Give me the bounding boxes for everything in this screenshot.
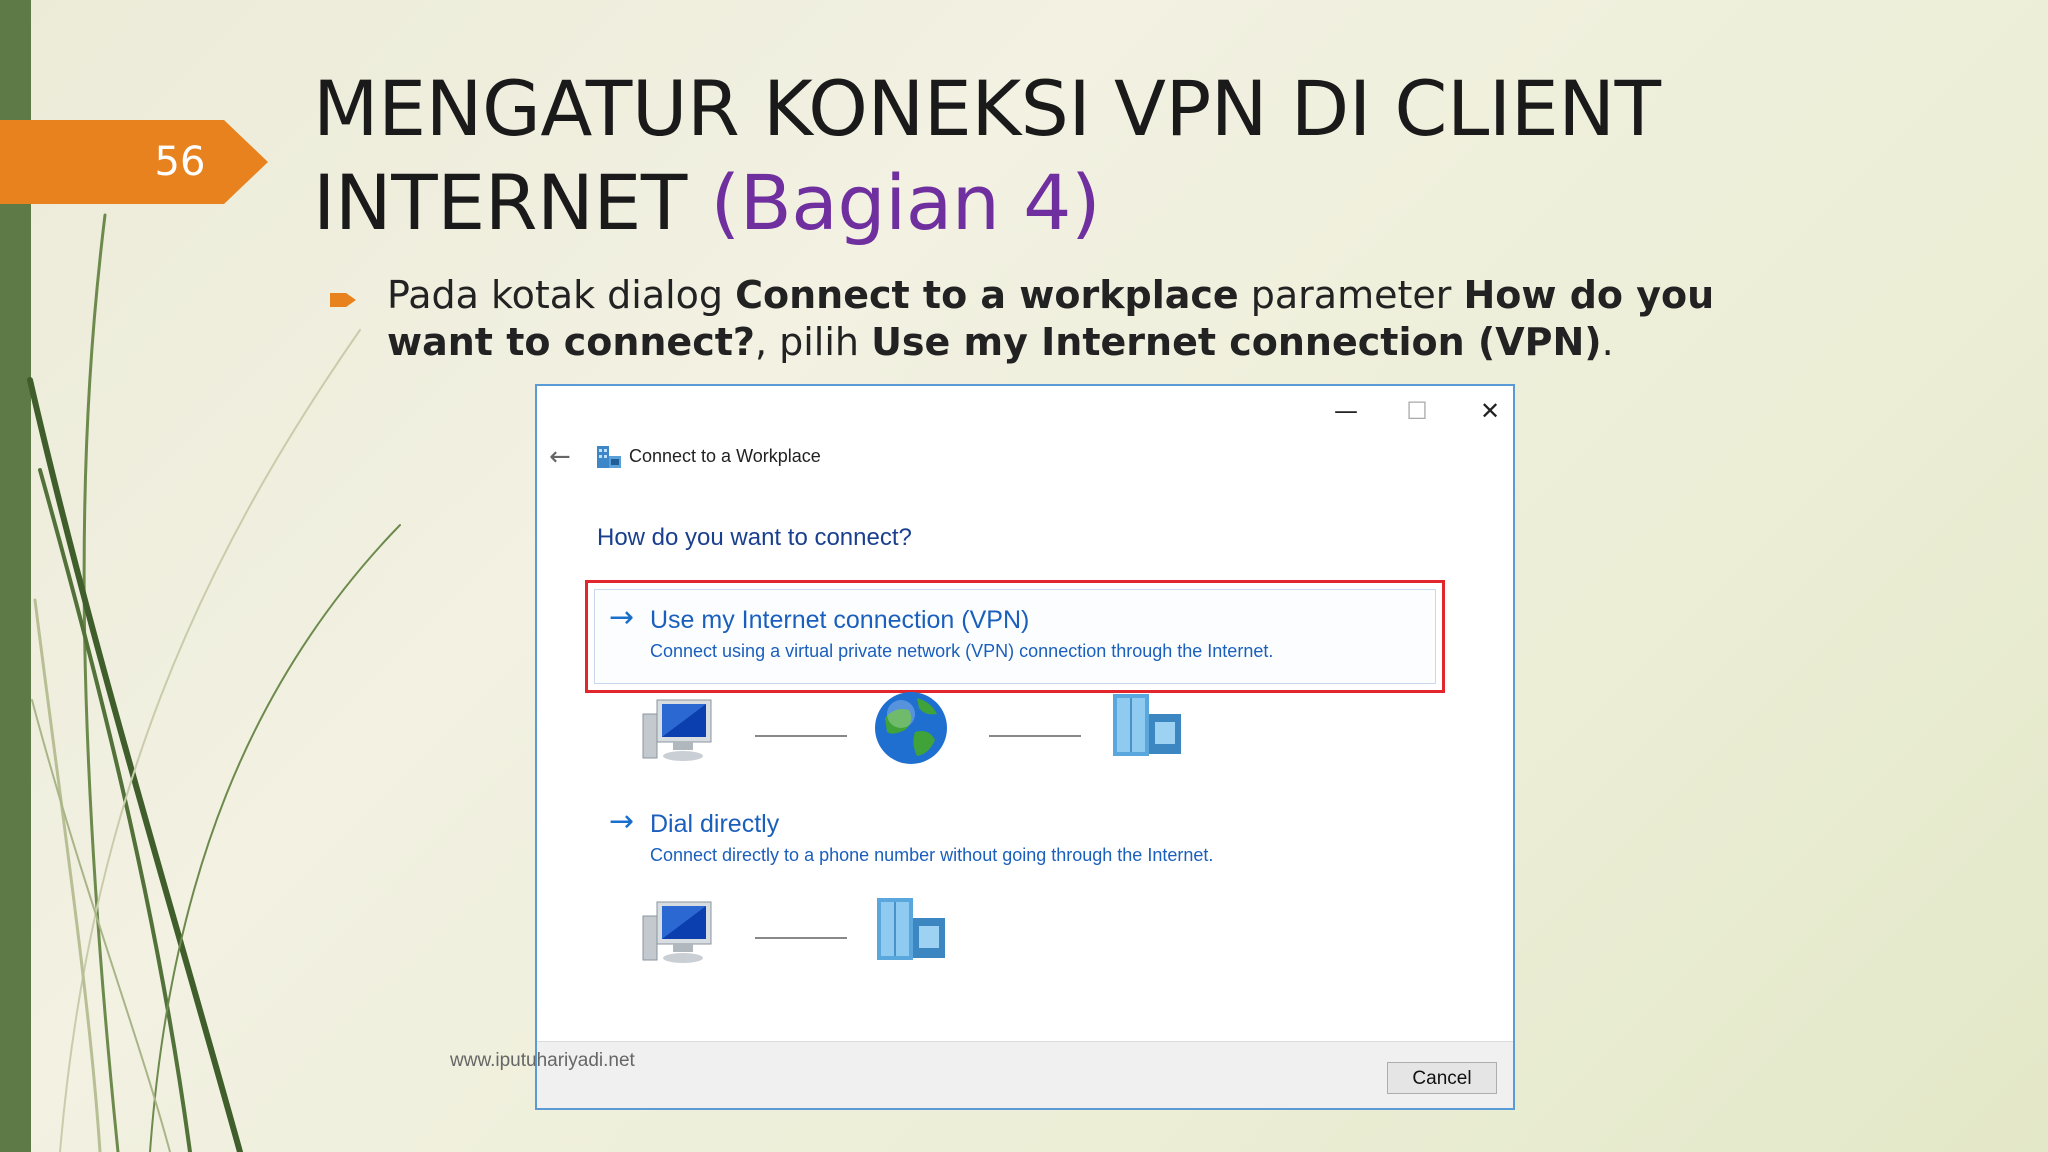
title-line-2: INTERNET — [313, 158, 687, 247]
cancel-button[interactable]: Cancel — [1387, 1062, 1497, 1094]
office-building-icon — [877, 898, 945, 960]
title-accent: (Bagian 4) — [710, 158, 1101, 247]
vpn-option-description: Connect using a virtual private network … — [650, 641, 1274, 661]
back-arrow-icon[interactable]: ← — [549, 442, 571, 472]
vpn-arrow-icon: → — [609, 600, 635, 635]
bullet-text-2: parameter — [1238, 273, 1464, 317]
connect-question: How do you want to connect? — [597, 524, 912, 551]
dial-option-title[interactable]: Dial directly — [650, 810, 779, 839]
vpn-option-button[interactable] — [594, 589, 1436, 684]
title-line-1: MENGATUR KONEKSI VPN DI CLIENT — [313, 64, 1661, 153]
bullet-text: Pada kotak dialog Connect to a workplace… — [387, 272, 1807, 366]
bullet-arrow-icon — [330, 293, 356, 307]
maximize-button[interactable]: ☐ — [1392, 396, 1442, 426]
connect-workplace-dialog: — ☐ ✕ ← Connect to a Workplace How do yo… — [535, 384, 1515, 1110]
computer-icon — [642, 901, 712, 963]
workplace-app-icon — [597, 446, 621, 468]
bullet-text-3: , pilih — [754, 320, 872, 364]
computer-icon — [642, 699, 712, 761]
bullet-text-4: . — [1601, 320, 1614, 364]
dialog-title: Connect to a Workplace — [629, 446, 821, 466]
connection-line — [755, 735, 847, 737]
bullet-text-1: Pada kotak dialog — [387, 273, 736, 317]
connection-line — [989, 735, 1081, 737]
minimize-button[interactable]: — — [1321, 396, 1371, 426]
dial-option-description: Connect directly to a phone number witho… — [650, 845, 1214, 865]
slide-title: MENGATUR KONEKSI VPN DI CLIENT INTERNET … — [313, 62, 2013, 250]
vpn-option-title: Use my Internet connection (VPN) — [650, 606, 1030, 634]
dial-arrow-icon[interactable]: → — [609, 804, 634, 839]
bullet-bold-1: Connect to a workplace — [735, 273, 1239, 317]
bullet-bold-3: Use my Internet connection (VPN) — [871, 320, 1602, 364]
watermark: www.iputuhariyadi.net — [450, 1050, 635, 1071]
dialog-footer: Cancel — [537, 1041, 1513, 1108]
page-number: 56 — [154, 139, 206, 185]
page-number-tag — [0, 120, 268, 204]
close-button[interactable]: ✕ — [1465, 396, 1515, 426]
connection-line — [755, 937, 847, 939]
globe-icon — [875, 692, 947, 764]
office-building-icon — [1113, 694, 1181, 756]
